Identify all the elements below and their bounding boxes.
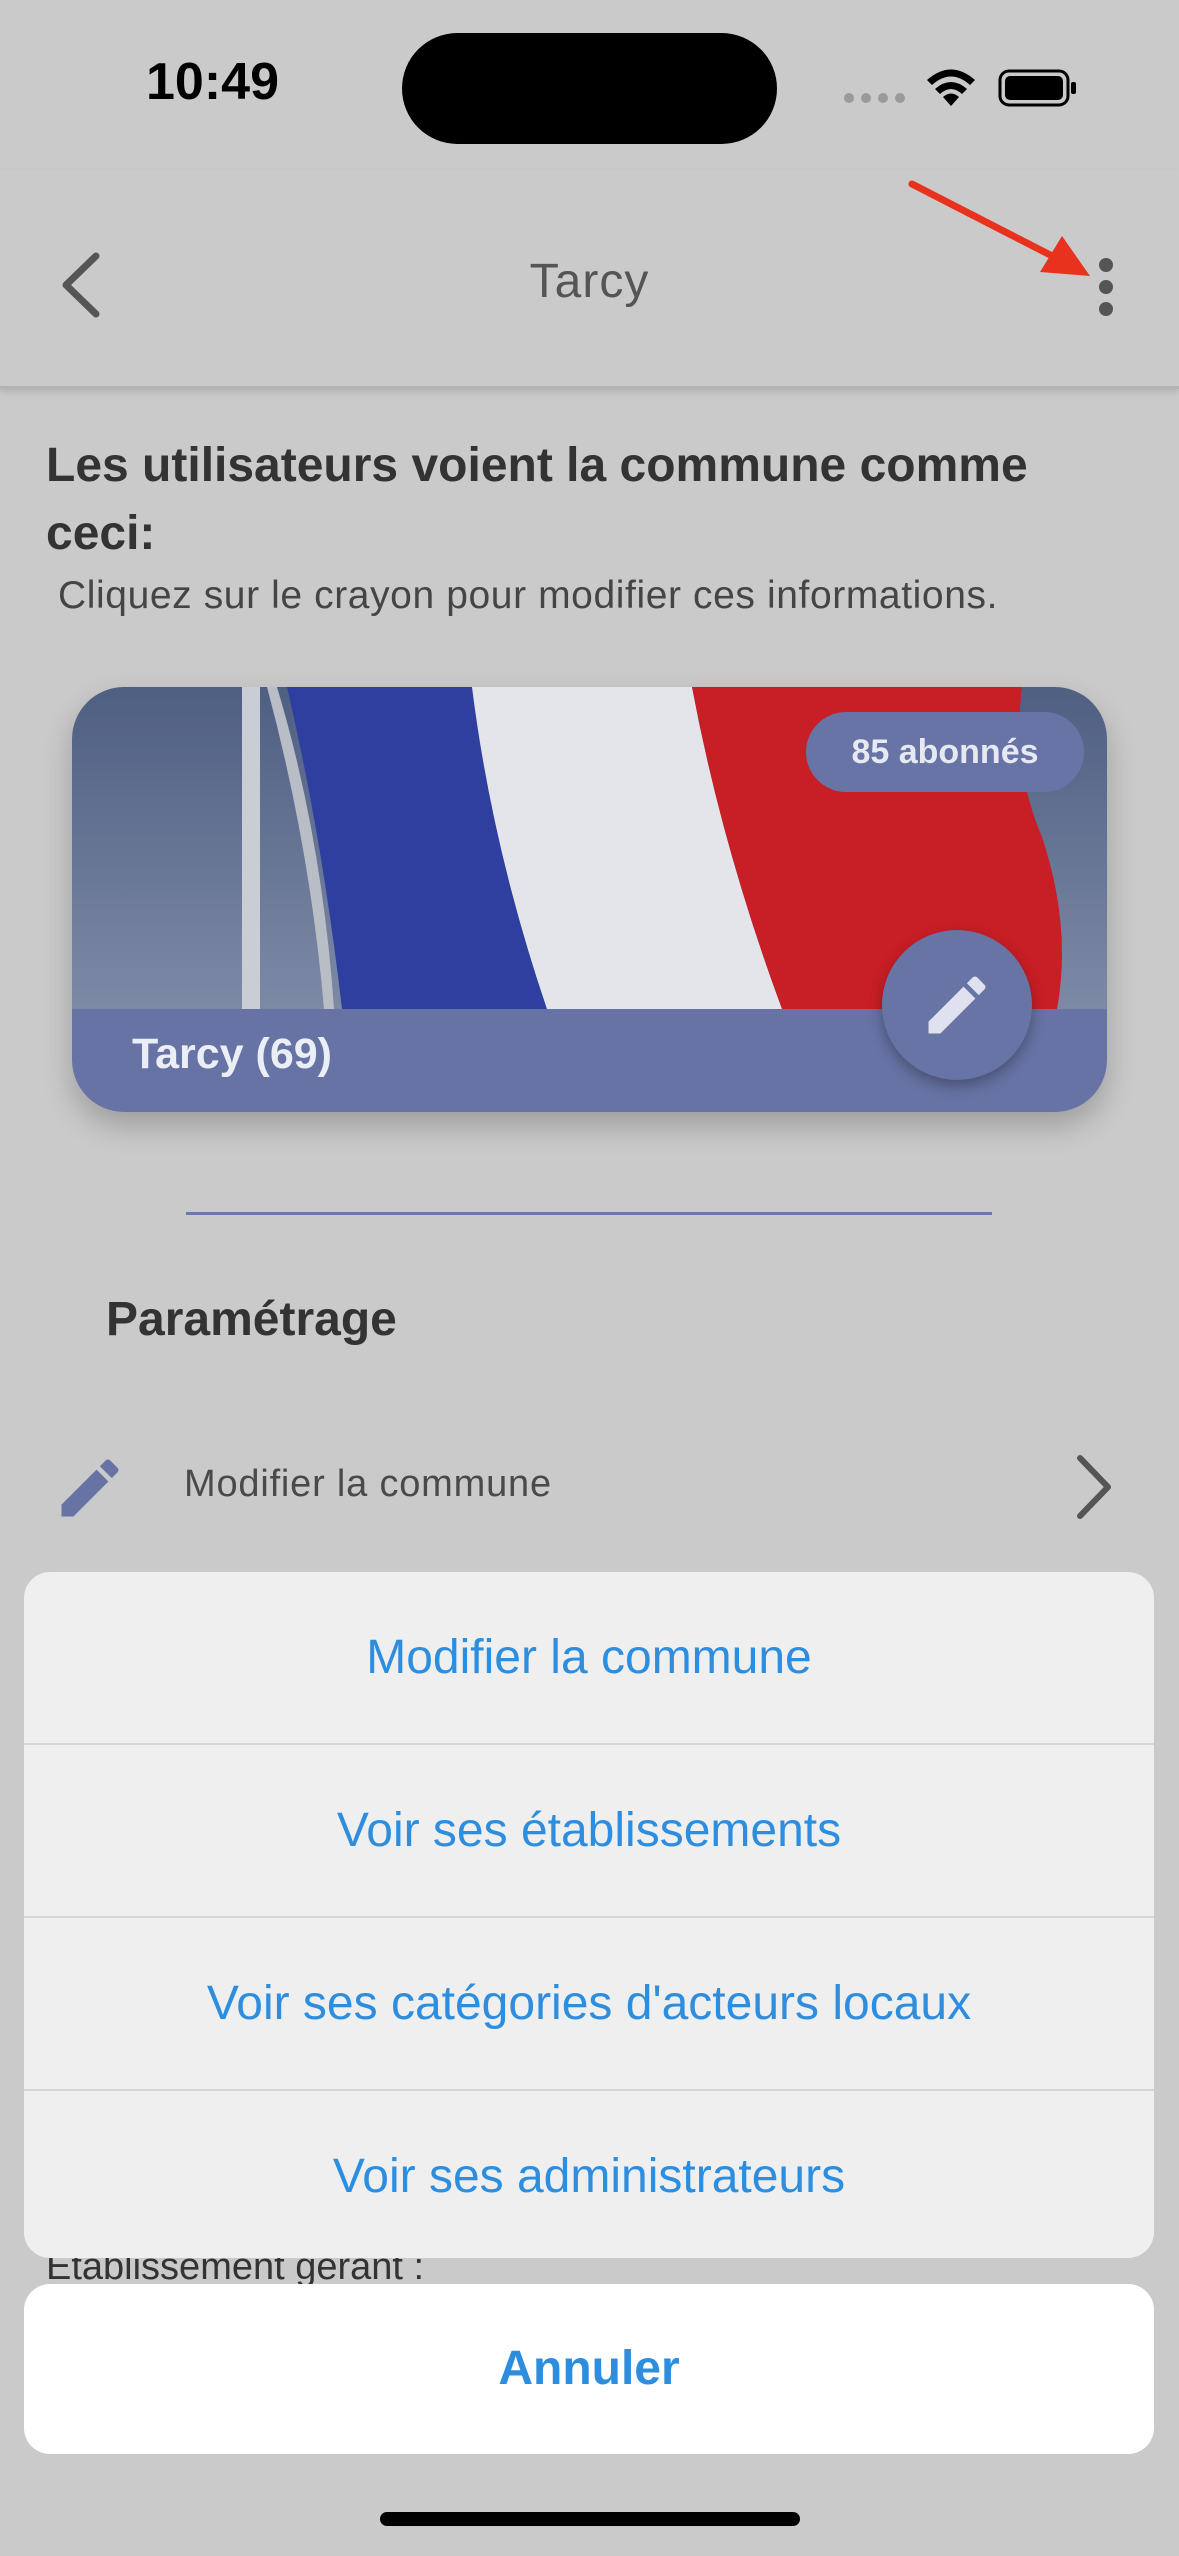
action-view-local-actor-categories[interactable]: Voir ses catégories d'acteurs locaux <box>24 1918 1154 2091</box>
edit-commune-button[interactable] <box>882 930 1032 1080</box>
settings-row-modify-commune[interactable]: Modifier la commune <box>0 1430 1179 1540</box>
chevron-right-icon <box>1077 1455 1111 1519</box>
cancel-button[interactable]: Annuler <box>24 2284 1154 2454</box>
preview-subheading: Cliquez sur le crayon pour modifier ces … <box>58 574 999 617</box>
commune-name: Tarcy (69) <box>132 1030 332 1078</box>
status-bar: 10:49 <box>0 0 1179 170</box>
action-sheet: Modifier la commune Voir ses établisseme… <box>24 1572 1154 2258</box>
action-modify-commune[interactable]: Modifier la commune <box>24 1572 1154 1745</box>
dynamic-island <box>402 33 777 144</box>
status-time: 10:49 <box>146 53 279 111</box>
pencil-icon <box>61 1459 119 1517</box>
settings-section-title: Paramétrage <box>106 1293 397 1346</box>
subscribers-badge: 85 abonnés <box>806 712 1084 792</box>
battery-icon <box>998 69 1076 107</box>
action-view-establishments[interactable]: Voir ses établissements <box>24 1745 1154 1918</box>
settings-row-label: Modifier la commune <box>184 1463 552 1505</box>
wifi-icon <box>927 69 975 106</box>
cellular-signal-icon <box>844 88 906 108</box>
pencil-icon <box>928 976 986 1034</box>
preview-heading: Les utilisateurs voient la commune comme… <box>46 439 1028 560</box>
annotation-arrow-icon <box>908 180 1090 276</box>
action-view-administrators[interactable]: Voir ses administrateurs <box>24 2091 1154 2258</box>
commune-card: Tarcy (69) 85 abonnés <box>72 687 1107 1112</box>
section-divider <box>186 1212 992 1215</box>
home-indicator <box>380 2512 800 2526</box>
